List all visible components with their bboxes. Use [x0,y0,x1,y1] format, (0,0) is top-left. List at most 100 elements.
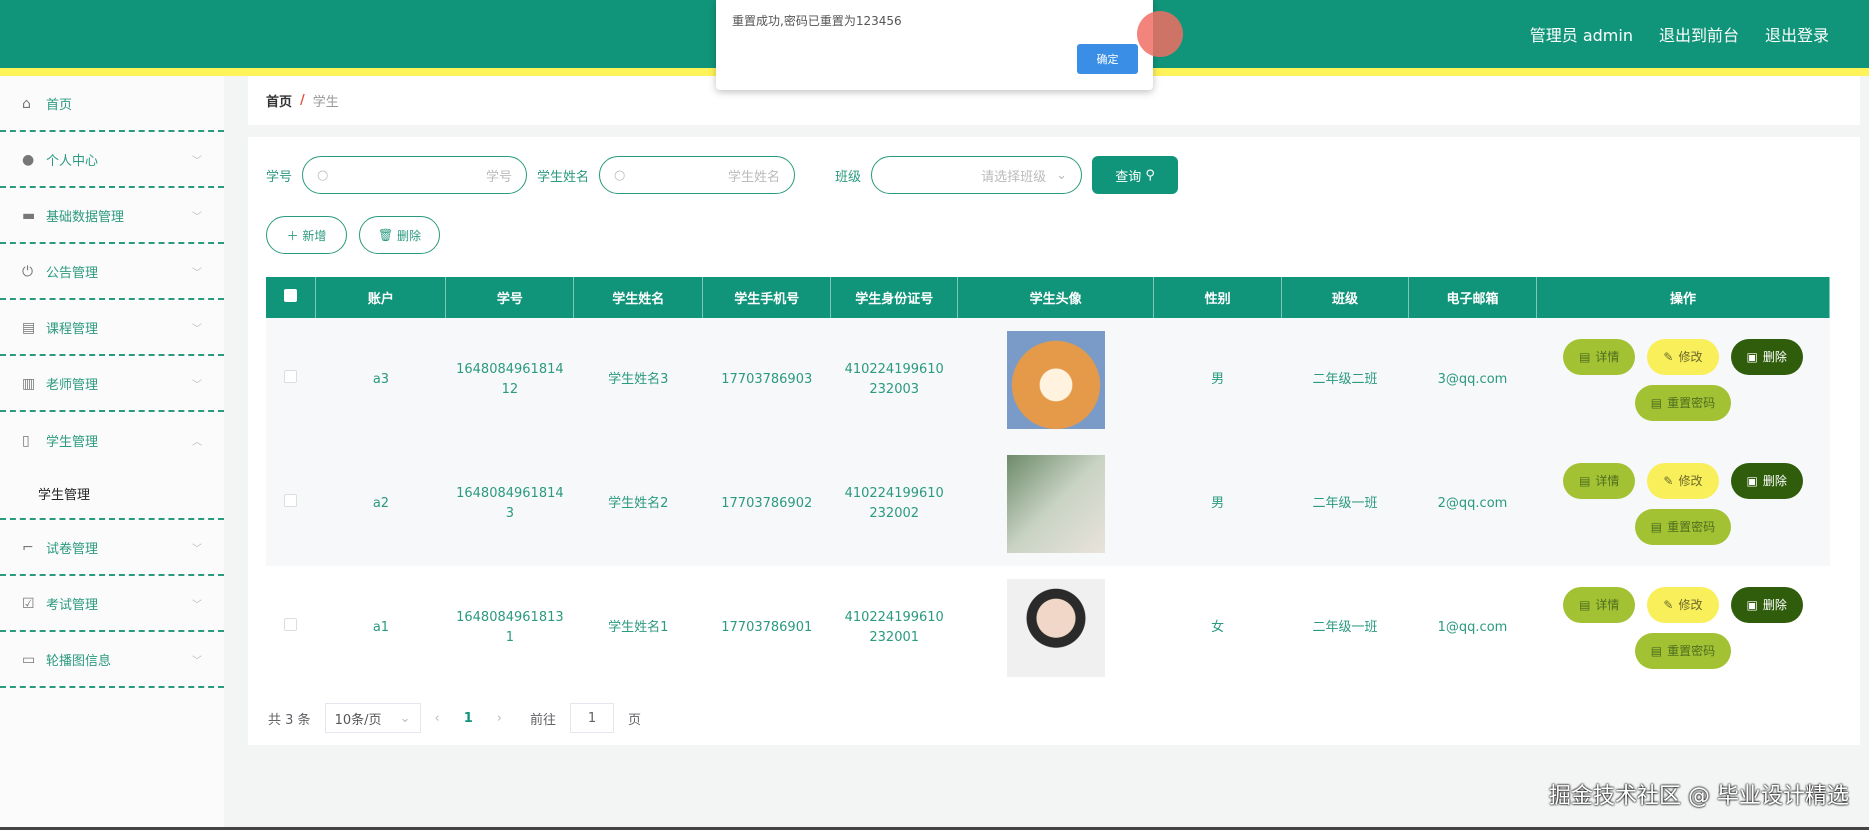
reset-password-button[interactable]: ▤ 重置密码 [1634,385,1732,421]
goto-page-input[interactable]: 1 [570,703,615,733]
current-page[interactable]: 1 [464,711,473,726]
home-icon: ⌂ [22,96,31,112]
pencil-icon: ✎ [1663,474,1674,488]
document-icon: ▤ [1579,474,1591,488]
breadcrumb-home[interactable]: 首页 [266,91,292,110]
avatar-cell [957,566,1154,690]
breadcrumb-current: 学生 [312,95,339,110]
detail-label: 详情 [1595,350,1620,364]
select-all-checkbox[interactable] [284,289,298,302]
edit-button[interactable]: ✎ 修改 [1647,463,1719,499]
student-name-label: 学生姓名 [537,169,590,185]
search-icon: ⚲ [1145,167,1155,183]
action-bar: ＋ 新增 🗑 删除 [266,216,440,254]
row-select-cell [266,566,316,690]
sidebar-item[interactable]: ▯ 学生管理 ︿ [0,412,224,468]
row-select-cell [266,318,316,442]
sidebar-item[interactable]: ● 个人中心 ﹀ [0,132,224,188]
class-label: 班级 [835,169,862,185]
id-card-cell: 410224199610232001 [830,566,958,690]
account-cell: a3 [315,318,446,442]
edit-label: 修改 [1678,598,1703,612]
student-avatar [1006,455,1105,553]
plus-icon: ＋ [286,228,299,243]
column-header: 电子邮箱 [1408,277,1537,318]
delete-label: 删除 [1762,474,1787,488]
reset-password-button[interactable]: ▤ 重置密码 [1634,509,1732,545]
detail-button[interactable]: ▤ 详情 [1563,463,1636,499]
sidebar-item[interactable]: ⏻ 公告管理 ﹀ [0,244,224,300]
column-header: 学生头像 [957,277,1155,318]
table-row: a1 16480849618131 学生姓名1 17703786901 4102… [266,566,1830,690]
sidebar-item[interactable]: ⌂ 首页 [0,76,224,132]
sidebar-item-label: 轮播图信息 [46,653,112,669]
row-checkbox[interactable] [284,494,298,507]
logout-link[interactable]: 退出登录 [1765,22,1829,46]
checklist-icon: ☑ [22,596,35,612]
document-icon: ▤ [1579,598,1591,612]
reset-label: 重置密码 [1667,520,1716,534]
delete-label: 删除 [397,228,422,243]
search-bar: 学号 ○ 学号 学生姓名 ○ 学生姓名 班级 请选择班级 ⌄ 查询 ⚲ [266,156,1179,194]
reset-label: 重置密码 [1667,396,1716,410]
reset-password-button[interactable]: ▤ 重置密码 [1634,633,1732,669]
edit-button[interactable]: ✎ 修改 [1647,339,1719,375]
add-button[interactable]: ＋ 新增 [266,216,347,254]
student-no-input[interactable]: ○ 学号 [302,156,528,194]
books-icon: ▥ [22,376,36,392]
message-dialog: 重置成功,密码已重置为123456 确定 [716,0,1153,90]
trash-icon: ▣ [1746,474,1758,488]
delete-row-button[interactable]: ▣ 删除 [1730,463,1803,499]
student-no-cell: 16480849618143 [445,442,574,566]
query-button[interactable]: 查询 ⚲ [1092,156,1179,194]
operations-cell: ▤ 详情 ✎ 修改 ▣ 删除 ▤ 重置密码 [1536,318,1830,442]
row-checkbox[interactable] [284,618,298,631]
exit-to-front-link[interactable]: 退出到前台 [1659,22,1739,46]
monitor-icon: ▭ [22,652,36,668]
chevron-down-icon: ⌄ [1056,167,1068,183]
delete-button[interactable]: 🗑 删除 [359,216,440,254]
watermark: 掘金技术社区 @ 毕业设计精选 [1549,784,1849,809]
sidebar-item[interactable]: ▭ 轮播图信息 ﹀ [0,632,224,688]
chevron-down-icon: ⌄ [399,710,411,726]
sidebar: ⌂ 首页 ● 个人中心 ﹀ ▬ 基础数据管理 ﹀ ⏻ 公告管理 ﹀ ▤ 课程管理 ﹀ ▥ 老师管理 ﹀ ▯ 学生管理… [0,76,224,830]
class-select[interactable]: 请选择班级 ⌄ [871,156,1083,194]
sidebar-item[interactable]: ▤ 课程管理 ﹀ [0,300,224,356]
edit-button[interactable]: ✎ 修改 [1647,587,1719,623]
user-icon: ● [22,152,35,168]
gender-cell: 女 [1153,566,1282,690]
student-name-cell: 学生姓名2 [573,442,703,566]
sidebar-subitem-student[interactable]: 学生管理 [0,468,224,520]
next-page-button[interactable]: › [497,711,502,726]
email-cell: 2@qq.com [1408,442,1537,566]
chevron-down-icon: ﹀ [192,543,202,555]
row-checkbox[interactable] [284,370,298,383]
delete-row-button[interactable]: ▣ 删除 [1730,587,1803,623]
goto-label: 前往 [530,712,557,728]
prev-page-button[interactable]: ‹ [435,711,440,726]
column-header: 学生身份证号 [830,277,959,318]
search-icon: ○ [614,167,626,183]
detail-button[interactable]: ▤ 详情 [1563,339,1636,375]
sidebar-item-label: 首页 [46,97,73,113]
sidebar-item[interactable]: ▬ 基础数据管理 ﹀ [0,188,224,244]
student-name-cell: 学生姓名1 [573,566,703,690]
sidebar-item[interactable]: ▥ 老师管理 ﹀ [0,356,224,412]
chevron-down-icon: ﹀ [192,379,202,391]
admin-user-label: 管理员 admin [1529,26,1633,45]
power-icon: ⏻ [22,264,34,280]
delete-row-button[interactable]: ▣ 删除 [1730,339,1803,375]
breadcrumb-separator: / [300,93,305,108]
page-size-select[interactable]: 10条/页 ⌄ [324,703,421,733]
sidebar-item[interactable]: ⌐ 试卷管理 ﹀ [0,520,224,576]
trash-icon: 🗑 [377,228,394,242]
phone-cell: 17703786901 [702,566,831,690]
detail-button[interactable]: ▤ 详情 [1563,587,1636,623]
chevron-down-icon: ﹀ [192,599,202,611]
sidebar-item-label: 学生管理 [46,434,99,450]
page-unit-label: 页 [628,712,642,728]
sidebar-item[interactable]: ☑ 考试管理 ﹀ [0,576,224,632]
dialog-ok-button[interactable]: 确定 [1077,44,1138,74]
edit-label: 修改 [1678,474,1703,488]
student-name-input[interactable]: ○ 学生姓名 [599,156,796,194]
